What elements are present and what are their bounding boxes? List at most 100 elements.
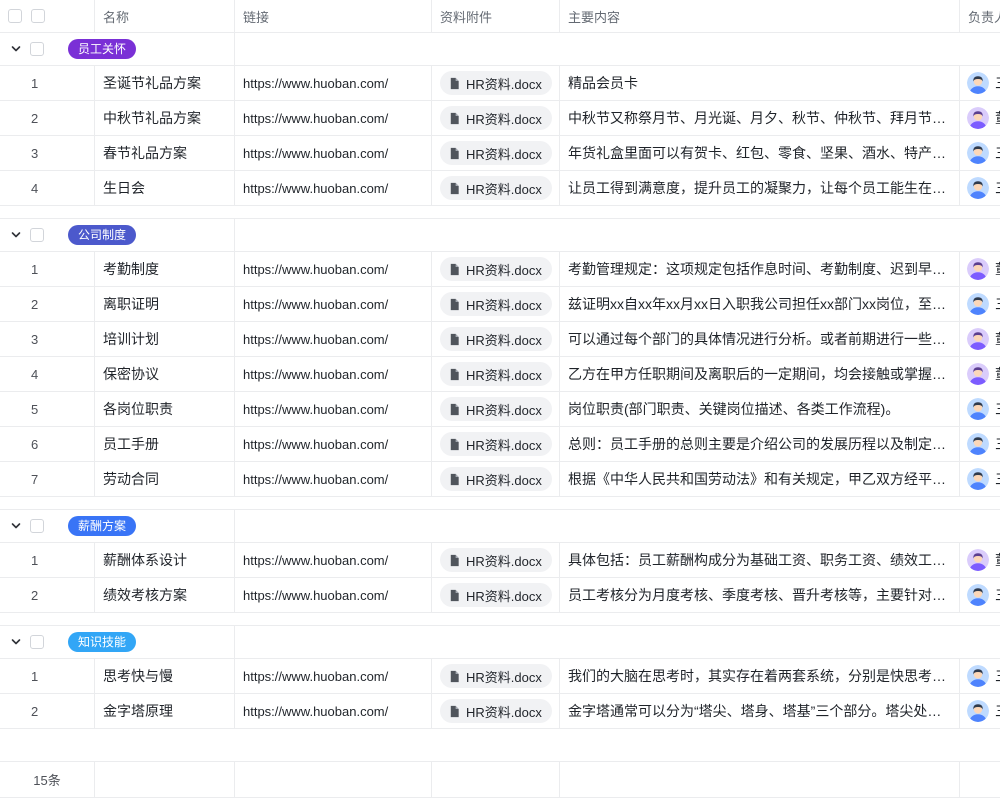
owner-cell[interactable]: 三 — [960, 462, 1000, 496]
group-checkbox[interactable] — [30, 228, 44, 242]
attachment-cell[interactable]: HR资料.docx — [432, 66, 560, 100]
link-cell[interactable]: https://www.huoban.com/ — [235, 392, 432, 426]
owner-cell[interactable]: 三 — [960, 578, 1000, 612]
name-cell[interactable]: 员工手册 — [95, 427, 235, 461]
owner-cell[interactable]: 三 — [960, 171, 1000, 205]
row-index[interactable]: 1 — [0, 252, 95, 286]
link-cell[interactable]: https://www.huoban.com/ — [235, 171, 432, 205]
link-cell[interactable]: https://www.huoban.com/ — [235, 694, 432, 728]
name-cell[interactable]: 春节礼品方案 — [95, 136, 235, 170]
owner-cell[interactable]: 董 — [960, 357, 1000, 391]
attachment-chip[interactable]: HR资料.docx — [440, 71, 552, 95]
group-badge[interactable]: 员工关怀 — [68, 39, 136, 59]
content-cell[interactable]: 岗位职责(部门职责、关键岗位描述、各类工作流程)。 — [560, 392, 960, 426]
chevron-down-icon[interactable] — [10, 520, 22, 532]
attachment-chip[interactable]: HR资料.docx — [440, 548, 552, 572]
attachment-chip[interactable]: HR资料.docx — [440, 257, 552, 281]
attachment-cell[interactable]: HR资料.docx — [432, 694, 560, 728]
name-cell[interactable]: 各岗位职责 — [95, 392, 235, 426]
content-cell[interactable]: 可以通过每个部门的具体情况进行分析。或者前期进行一些… — [560, 322, 960, 356]
column-header-attachment[interactable]: 资料附件 — [432, 0, 560, 32]
content-cell[interactable]: 员工考核分为月度考核、季度考核、晋升考核等，主要针对… — [560, 578, 960, 612]
row-index[interactable]: 5 — [0, 392, 95, 426]
attachment-chip[interactable]: HR资料.docx — [440, 467, 552, 491]
owner-cell[interactable]: 三 — [960, 136, 1000, 170]
row-index[interactable]: 3 — [0, 136, 95, 170]
group-checkbox[interactable] — [30, 519, 44, 533]
row-index[interactable]: 6 — [0, 427, 95, 461]
name-cell[interactable]: 培训计划 — [95, 322, 235, 356]
content-cell[interactable]: 根据《中华人民共和国劳动法》和有关规定，甲乙双方经平… — [560, 462, 960, 496]
content-cell[interactable]: 让员工得到满意度，提升员工的凝聚力，让每个员工能生在… — [560, 171, 960, 205]
attachment-chip[interactable]: HR资料.docx — [440, 362, 552, 386]
column-header-content[interactable]: 主要内容 — [560, 0, 960, 32]
content-cell[interactable]: 考勤管理规定：这项规定包括作息时间、考勤制度、迟到早… — [560, 252, 960, 286]
attachment-chip[interactable]: HR资料.docx — [440, 141, 552, 165]
name-cell[interactable]: 中秋节礼品方案 — [95, 101, 235, 135]
attachment-chip[interactable]: HR资料.docx — [440, 664, 552, 688]
group-badge[interactable]: 公司制度 — [68, 225, 136, 245]
attachment-chip[interactable]: HR资料.docx — [440, 583, 552, 607]
attachment-chip[interactable]: HR资料.docx — [440, 327, 552, 351]
name-cell[interactable]: 劳动合同 — [95, 462, 235, 496]
chevron-down-icon[interactable] — [10, 229, 22, 241]
group-checkbox[interactable] — [30, 635, 44, 649]
attachment-cell[interactable]: HR资料.docx — [432, 427, 560, 461]
name-cell[interactable]: 离职证明 — [95, 287, 235, 321]
name-cell[interactable]: 金字塔原理 — [95, 694, 235, 728]
link-cell[interactable]: https://www.huoban.com/ — [235, 101, 432, 135]
link-cell[interactable]: https://www.huoban.com/ — [235, 543, 432, 577]
column-header-link[interactable]: 链接 — [235, 0, 432, 32]
attachment-cell[interactable]: HR资料.docx — [432, 543, 560, 577]
row-index[interactable]: 3 — [0, 322, 95, 356]
row-index[interactable]: 4 — [0, 357, 95, 391]
column-header-name[interactable]: 名称 — [95, 0, 235, 32]
attachment-chip[interactable]: HR资料.docx — [440, 292, 552, 316]
attachment-chip[interactable]: HR资料.docx — [440, 699, 552, 723]
owner-cell[interactable]: 三 — [960, 66, 1000, 100]
content-cell[interactable]: 金字塔通常可以分为“塔尖、塔身、塔基”三个部分。塔尖处… — [560, 694, 960, 728]
attachment-chip[interactable]: HR资料.docx — [440, 176, 552, 200]
link-cell[interactable]: https://www.huoban.com/ — [235, 136, 432, 170]
row-index[interactable]: 1 — [0, 66, 95, 100]
row-index[interactable]: 2 — [0, 287, 95, 321]
link-cell[interactable]: https://www.huoban.com/ — [235, 578, 432, 612]
content-cell[interactable]: 年货礼盒里面可以有贺卡、红包、零食、坚果、酒水、特产… — [560, 136, 960, 170]
attachment-cell[interactable]: HR资料.docx — [432, 659, 560, 693]
content-cell[interactable]: 中秋节又称祭月节、月光诞、月夕、秋节、仲秋节、拜月节… — [560, 101, 960, 135]
attachment-chip[interactable]: HR资料.docx — [440, 397, 552, 421]
owner-cell[interactable]: 三 — [960, 392, 1000, 426]
owner-cell[interactable]: 三 — [960, 659, 1000, 693]
attachment-cell[interactable]: HR资料.docx — [432, 136, 560, 170]
row-index[interactable]: 2 — [0, 578, 95, 612]
collapse-all-toggle[interactable] — [8, 9, 22, 23]
attachment-cell[interactable]: HR资料.docx — [432, 462, 560, 496]
owner-cell[interactable]: 董 — [960, 543, 1000, 577]
name-cell[interactable]: 圣诞节礼品方案 — [95, 66, 235, 100]
owner-cell[interactable]: 三 — [960, 694, 1000, 728]
attachment-cell[interactable]: HR资料.docx — [432, 252, 560, 286]
link-cell[interactable]: https://www.huoban.com/ — [235, 252, 432, 286]
link-cell[interactable]: https://www.huoban.com/ — [235, 427, 432, 461]
owner-cell[interactable]: 三 — [960, 427, 1000, 461]
name-cell[interactable]: 生日会 — [95, 171, 235, 205]
group-checkbox[interactable] — [30, 42, 44, 56]
attachment-chip[interactable]: HR资料.docx — [440, 106, 552, 130]
attachment-cell[interactable]: HR资料.docx — [432, 287, 560, 321]
name-cell[interactable]: 思考快与慢 — [95, 659, 235, 693]
owner-cell[interactable]: 董 — [960, 252, 1000, 286]
owner-cell[interactable]: 董 — [960, 101, 1000, 135]
row-index[interactable]: 4 — [0, 171, 95, 205]
link-cell[interactable]: https://www.huoban.com/ — [235, 357, 432, 391]
name-cell[interactable]: 薪酬体系设计 — [95, 543, 235, 577]
row-index[interactable]: 1 — [0, 543, 95, 577]
attachment-cell[interactable]: HR资料.docx — [432, 171, 560, 205]
name-cell[interactable]: 考勤制度 — [95, 252, 235, 286]
content-cell[interactable]: 我们的大脑在思考时，其实存在着两套系统，分别是快思考… — [560, 659, 960, 693]
name-cell[interactable]: 绩效考核方案 — [95, 578, 235, 612]
owner-cell[interactable]: 三 — [960, 287, 1000, 321]
content-cell[interactable]: 兹证明xx自xx年xx月xx日入职我公司担任xx部门xx岗位，至… — [560, 287, 960, 321]
attachment-cell[interactable]: HR资料.docx — [432, 392, 560, 426]
chevron-down-icon[interactable] — [10, 636, 22, 648]
row-index[interactable]: 2 — [0, 694, 95, 728]
